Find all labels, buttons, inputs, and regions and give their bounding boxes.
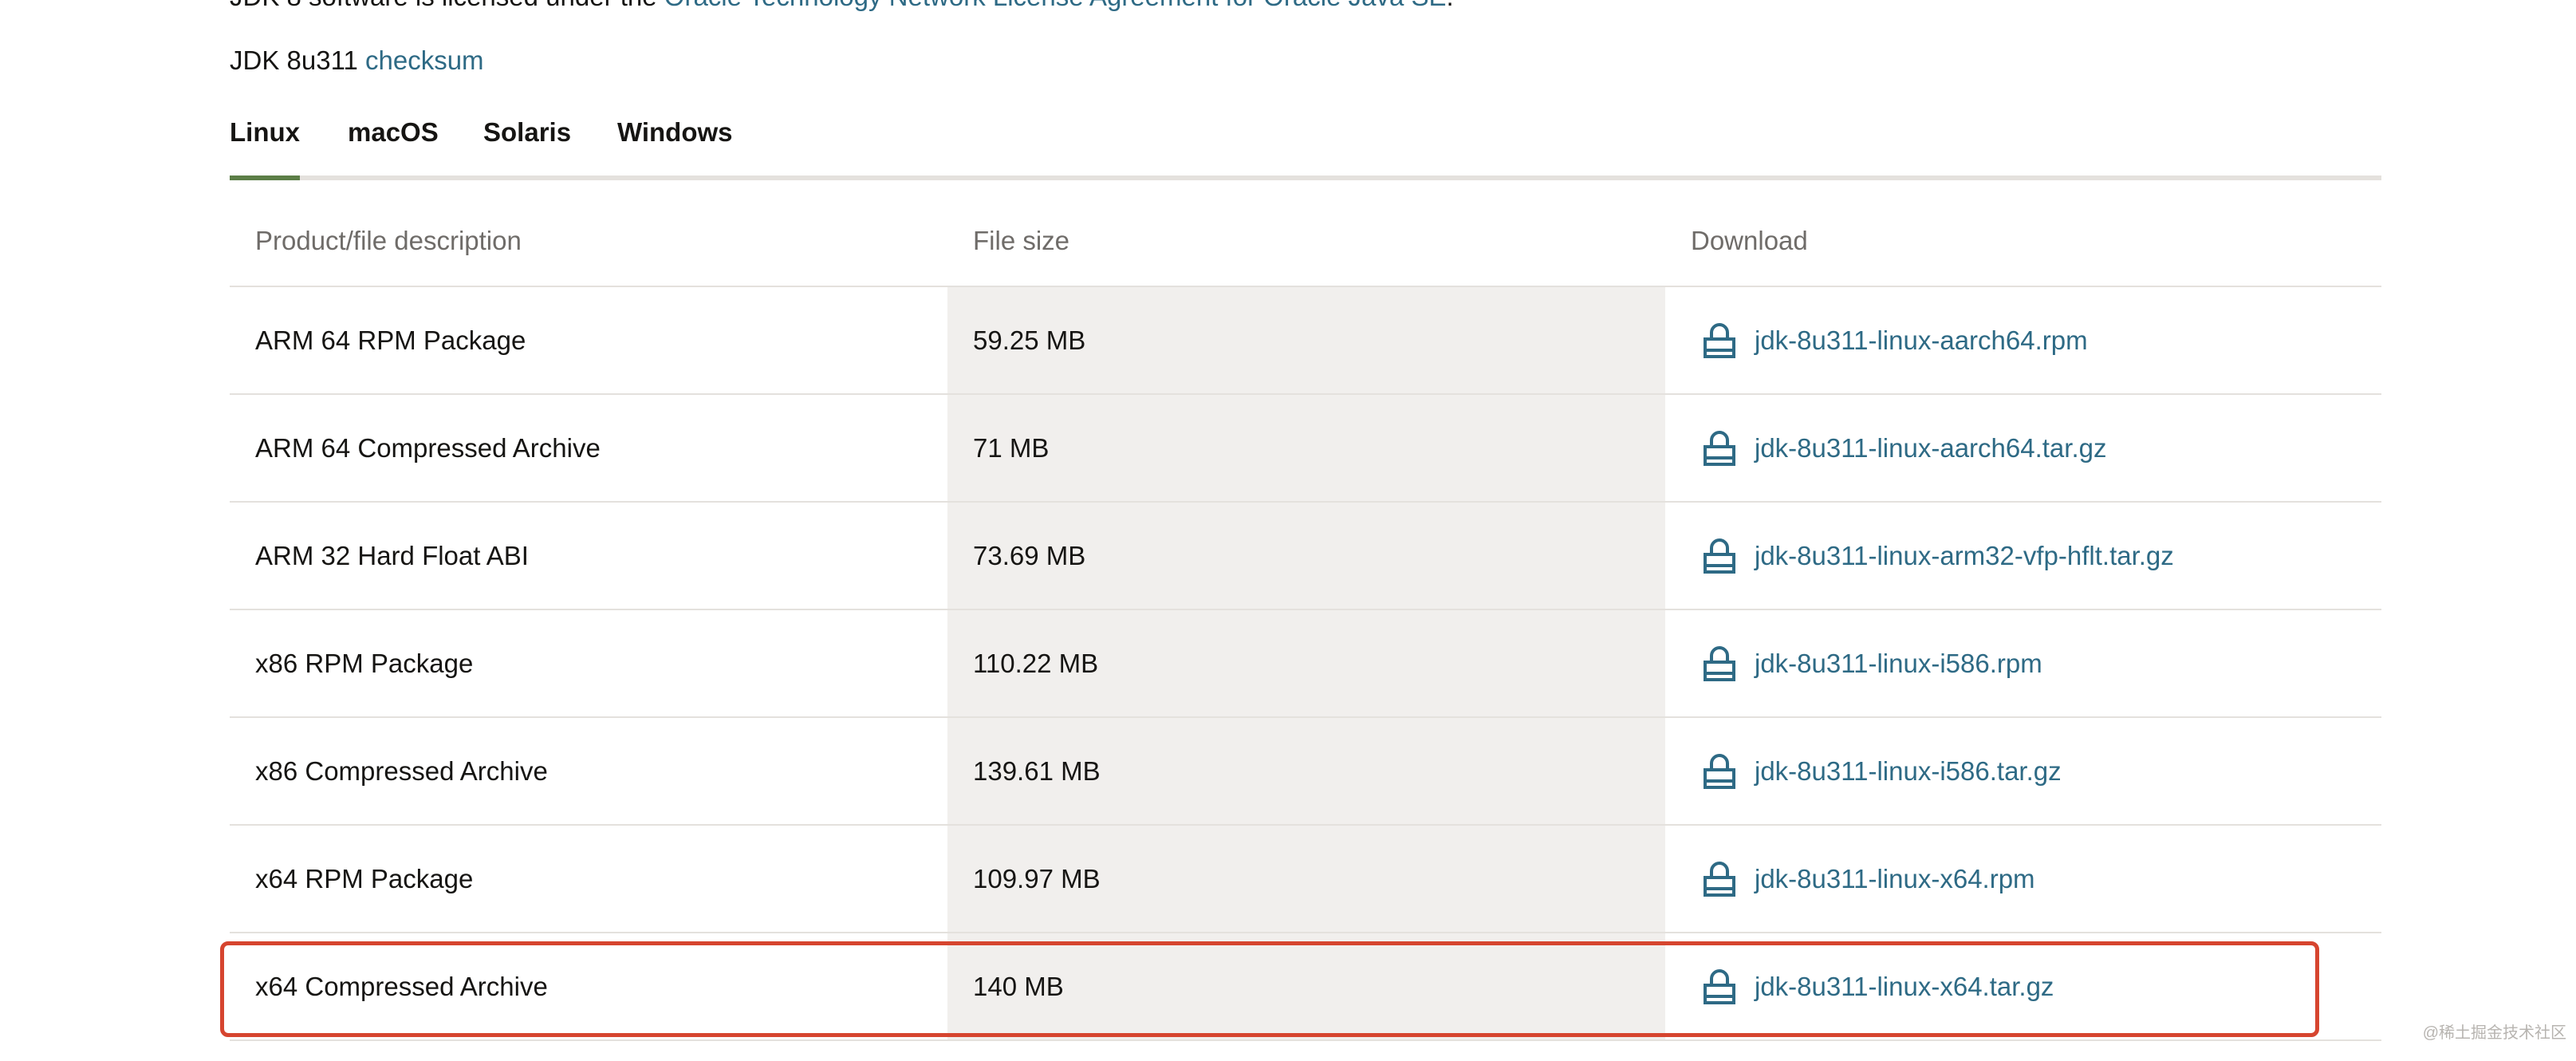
table-row: ARM 32 Hard Float ABI 73.69 MB jdk-8u311-l…	[230, 503, 2381, 610]
lock-icon	[1700, 860, 1739, 898]
row-download: jdk-8u311-linux-x64.rpm	[1700, 826, 2035, 932]
lock-icon	[1700, 429, 1739, 467]
row-description: x64 RPM Package	[255, 863, 474, 893]
tab-windows[interactable]: Windows	[617, 116, 733, 148]
lock-icon	[1700, 752, 1739, 791]
row-download: jdk-8u311-linux-i586.rpm	[1700, 610, 2042, 716]
row-download: jdk-8u311-linux-x64.tar.gz	[1700, 933, 2054, 1039]
row-description: x86 RPM Package	[255, 648, 474, 678]
version-line: JDK 8u311 checksum	[230, 45, 484, 77]
row-description: x64 Compressed Archive	[255, 971, 548, 1001]
row-file-size: 59.25 MB	[947, 287, 1665, 393]
lock-icon	[1700, 968, 1739, 1006]
row-download: jdk-8u311-linux-arm32-vfp-hflt.tar.gz	[1700, 503, 2174, 609]
lock-icon	[1700, 537, 1739, 575]
license-suffix: .	[1446, 0, 1453, 11]
download-link[interactable]: jdk-8u311-linux-i586.tar.gz	[1755, 756, 2062, 787]
download-link[interactable]: jdk-8u311-linux-x64.tar.gz	[1755, 972, 2054, 1002]
table-row: ARM 64 RPM Package 59.25 MB jdk-8u311-linu…	[230, 287, 2381, 395]
tab-linux[interactable]: Linux	[230, 116, 300, 180]
license-text: JDK 8 software is licensed under the Ora…	[230, 0, 1454, 13]
watermark: @稀土掘金技术社区	[2422, 1024, 2566, 1042]
table-row: ARM 64 Compressed Archive 71 MB jdk-8u311-…	[230, 395, 2381, 503]
lock-icon	[1700, 645, 1739, 683]
table-body: ARM 64 RPM Package 59.25 MB jdk-8u311-linu…	[230, 287, 2381, 1041]
row-download: jdk-8u311-linux-i586.tar.gz	[1700, 718, 2062, 824]
table-row: x64 Compressed Archive 140 MB jdk-8u311-li…	[230, 933, 2381, 1041]
table-row: x64 RPM Package 109.97 MB jdk-8u311-linux-…	[230, 826, 2381, 933]
download-link[interactable]: jdk-8u311-linux-arm32-vfp-hflt.tar.gz	[1755, 541, 2174, 571]
row-file-size: 140 MB	[947, 933, 1665, 1039]
row-download: jdk-8u311-linux-aarch64.tar.gz	[1700, 395, 2106, 501]
license-prefix: JDK 8 software is licensed under the	[230, 0, 664, 11]
header-download: Download	[1691, 226, 1808, 255]
row-file-size: 139.61 MB	[947, 718, 1665, 824]
row-description: ARM 32 Hard Float ABI	[255, 540, 529, 570]
lock-icon	[1700, 321, 1739, 360]
table-row: x86 RPM Package 110.22 MB jdk-8u311-linux-…	[230, 610, 2381, 718]
row-description: ARM 64 RPM Package	[255, 325, 526, 355]
checksum-link[interactable]: checksum	[365, 45, 484, 75]
row-download: jdk-8u311-linux-aarch64.rpm	[1700, 287, 2088, 393]
version-label: JDK 8u311	[230, 45, 365, 75]
row-file-size: 73.69 MB	[947, 503, 1665, 609]
download-link[interactable]: jdk-8u311-linux-i586.rpm	[1755, 649, 2042, 679]
row-description: ARM 64 Compressed Archive	[255, 432, 601, 463]
download-link[interactable]: jdk-8u311-linux-x64.rpm	[1755, 864, 2035, 894]
header-file-size: File size	[973, 226, 1070, 255]
tab-solaris[interactable]: Solaris	[483, 116, 571, 148]
row-description: x86 Compressed Archive	[255, 755, 548, 786]
download-link[interactable]: jdk-8u311-linux-aarch64.tar.gz	[1755, 433, 2106, 463]
table-row: x86 Compressed Archive 139.61 MB jdk-8u311…	[230, 718, 2381, 826]
license-agreement-link[interactable]: Oracle Technology Network License Agreem…	[664, 0, 1447, 11]
table-header: Product/file description File size Downl…	[230, 180, 2381, 287]
os-tabs: Linux macOS Solaris Windows	[230, 108, 2381, 180]
row-file-size: 110.22 MB	[947, 610, 1665, 716]
tab-macos[interactable]: macOS	[348, 116, 439, 148]
row-file-size: 71 MB	[947, 395, 1665, 501]
download-link[interactable]: jdk-8u311-linux-aarch64.rpm	[1755, 325, 2088, 356]
row-file-size: 109.97 MB	[947, 826, 1665, 932]
header-description: Product/file description	[255, 226, 522, 255]
download-table: Product/file description File size Downl…	[230, 180, 2381, 1041]
